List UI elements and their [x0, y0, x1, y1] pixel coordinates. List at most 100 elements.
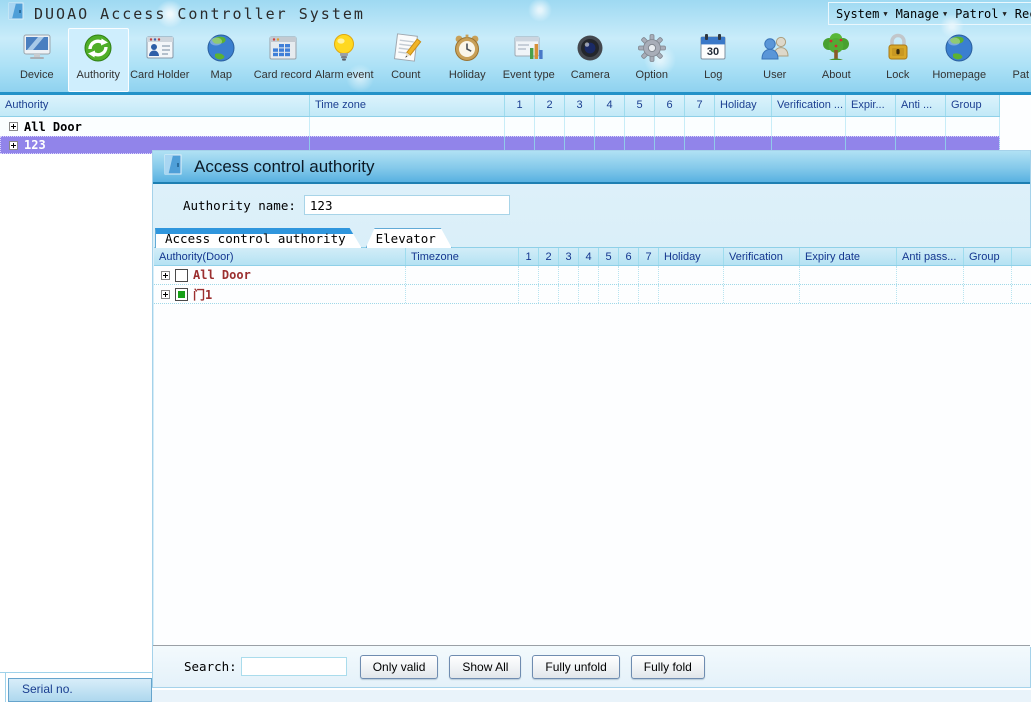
authority-row[interactable]: All Door — [0, 117, 1000, 136]
toolbar-item-patrol[interactable]: Pat — [990, 28, 1031, 92]
bg-col-header[interactable]: Time zone — [310, 95, 505, 116]
door-row-cell — [559, 266, 579, 284]
toolbar-item-map[interactable]: Map — [191, 28, 253, 92]
toolbar-item-card-holder[interactable]: Card Holder — [129, 28, 191, 92]
toolbar-item-authority[interactable]: Authority — [68, 28, 130, 92]
door-checkbox[interactable] — [175, 288, 188, 301]
door-col-header[interactable]: 6 — [619, 248, 639, 265]
bg-col-header[interactable]: 5 — [625, 95, 655, 116]
toolbar-item-card-record[interactable]: Card record — [252, 28, 314, 92]
patrol-icon — [1003, 31, 1031, 67]
chevron-down-icon: ▼ — [943, 10, 947, 18]
bg-col-header[interactable]: Authority — [0, 95, 310, 116]
door-row-cell — [619, 285, 639, 303]
dialog-footer: Search: Only valid Show All Fully unfold Fu… — [153, 645, 1030, 687]
door-col-header[interactable]: Group — [964, 248, 1012, 265]
expand-plus-icon[interactable] — [9, 141, 18, 150]
door-row-cell — [724, 285, 800, 303]
door-col-header[interactable]: 1 — [519, 248, 539, 265]
toolbar-item-homepage[interactable]: Homepage — [929, 28, 991, 92]
show-all-button[interactable]: Show All — [449, 655, 521, 679]
toolbar-item-user[interactable]: User — [744, 28, 806, 92]
bg-col-header[interactable]: 7 — [685, 95, 715, 116]
door-row[interactable]: 门1 — [154, 285, 1031, 304]
toolbar-item-about[interactable]: About — [806, 28, 868, 92]
bg-col-header[interactable]: 3 — [565, 95, 595, 116]
toolbar-item-camera[interactable]: Camera — [560, 28, 622, 92]
bg-col-header[interactable]: 4 — [595, 95, 625, 116]
tab-access-control-authority[interactable]: Access control authority — [155, 228, 362, 248]
toolbar-item-count[interactable]: Count — [375, 28, 437, 92]
toolbar-item-event-type[interactable]: Event type — [498, 28, 560, 92]
bottom-strip — [152, 690, 1031, 702]
door-col-header[interactable]: 2 — [539, 248, 559, 265]
door-row[interactable]: All Door — [154, 266, 1031, 285]
search-input[interactable] — [241, 657, 347, 676]
door-col-header[interactable]: 7 — [639, 248, 659, 265]
door-row-cell — [800, 266, 897, 284]
fully-fold-button[interactable]: Fully fold — [631, 655, 705, 679]
toolbar-item-log[interactable]: 30Log — [683, 28, 745, 92]
holiday-icon — [449, 31, 485, 67]
door-row-cell — [964, 285, 1012, 303]
toolbar-item-label: Authority — [77, 69, 120, 81]
bg-col-header[interactable]: 1 — [505, 95, 535, 116]
menu-record[interactable]: Record — [1015, 7, 1031, 21]
door-col-header[interactable]: Verification — [724, 248, 800, 265]
door-row-cell — [579, 266, 599, 284]
toolbar-item-device[interactable]: Device — [6, 28, 68, 92]
about-icon — [818, 31, 854, 67]
door-col-header[interactable]: Anti pass... — [897, 248, 964, 265]
door-row-cell — [539, 285, 559, 303]
door-col-header[interactable]: Timezone — [406, 248, 519, 265]
door-col-header[interactable]: 3 — [559, 248, 579, 265]
door-col-header[interactable]: 4 — [579, 248, 599, 265]
lock-icon — [880, 31, 916, 67]
toolbar-item-label: Holiday — [449, 69, 486, 81]
bg-col-header[interactable]: Anti ... — [896, 95, 946, 116]
door-col-header[interactable]: Expiry date — [800, 248, 897, 265]
toolbar-item-label: Map — [211, 69, 232, 81]
expand-plus-icon[interactable] — [9, 122, 18, 131]
toolbar-item-label: Pat — [1012, 69, 1029, 81]
door-col-header[interactable]: 5 — [599, 248, 619, 265]
only-valid-button[interactable]: Only valid — [360, 655, 439, 679]
door-checkbox[interactable] — [175, 269, 188, 282]
door-row-cell — [659, 266, 724, 284]
authority-name-row: Authority name: — [183, 195, 510, 215]
expand-plus-icon[interactable] — [161, 290, 170, 299]
toolbar-item-option[interactable]: Option — [621, 28, 683, 92]
device-icon — [19, 31, 55, 67]
toolbar-item-alarm-event[interactable]: Alarm event — [314, 28, 376, 92]
door-authority-table: Authority(Door)Timezone1234567HolidayVer… — [154, 247, 1031, 647]
menu-manage[interactable]: Manage▼ — [896, 7, 948, 21]
door-row-cell — [539, 266, 559, 284]
bg-col-header[interactable]: 2 — [535, 95, 565, 116]
count-icon — [388, 31, 424, 67]
bg-col-header[interactable]: Expir... — [846, 95, 896, 116]
authority-row-cell — [846, 117, 896, 136]
dialog-tabs: Access control authority Elevator — [155, 228, 452, 248]
toolbar-item-label: Alarm event — [315, 69, 374, 81]
menu-patrol[interactable]: Patrol▼ — [955, 7, 1007, 21]
search-label: Search: — [184, 659, 237, 674]
bg-col-header[interactable]: Group — [946, 95, 1000, 116]
expand-plus-icon[interactable] — [161, 271, 170, 280]
menu-system[interactable]: System▼ — [836, 7, 888, 21]
tab-elevator[interactable]: Elevator — [366, 228, 452, 248]
toolbar-item-lock[interactable]: Lock — [867, 28, 929, 92]
app-title: DUOAO Access Controller System — [34, 5, 365, 23]
fully-unfold-button[interactable]: Fully unfold — [532, 655, 619, 679]
authority-name-input[interactable] — [304, 195, 510, 215]
toolbar: Device Authority Card Holder Map Card record… — [6, 28, 1031, 92]
serial-no-panel-header[interactable]: Serial no. — [8, 678, 152, 702]
bg-col-header[interactable]: 6 — [655, 95, 685, 116]
authority-row-label: 123 — [24, 138, 46, 152]
toolbar-item-holiday[interactable]: Holiday — [437, 28, 499, 92]
door-col-header[interactable]: Authority(Door) — [154, 248, 406, 265]
door-col-header[interactable]: Holiday — [659, 248, 724, 265]
authority-row-cell — [896, 117, 946, 136]
bg-col-header[interactable]: Holiday — [715, 95, 772, 116]
bg-col-header[interactable]: Verification ... — [772, 95, 846, 116]
left-panel-edge — [5, 672, 6, 702]
